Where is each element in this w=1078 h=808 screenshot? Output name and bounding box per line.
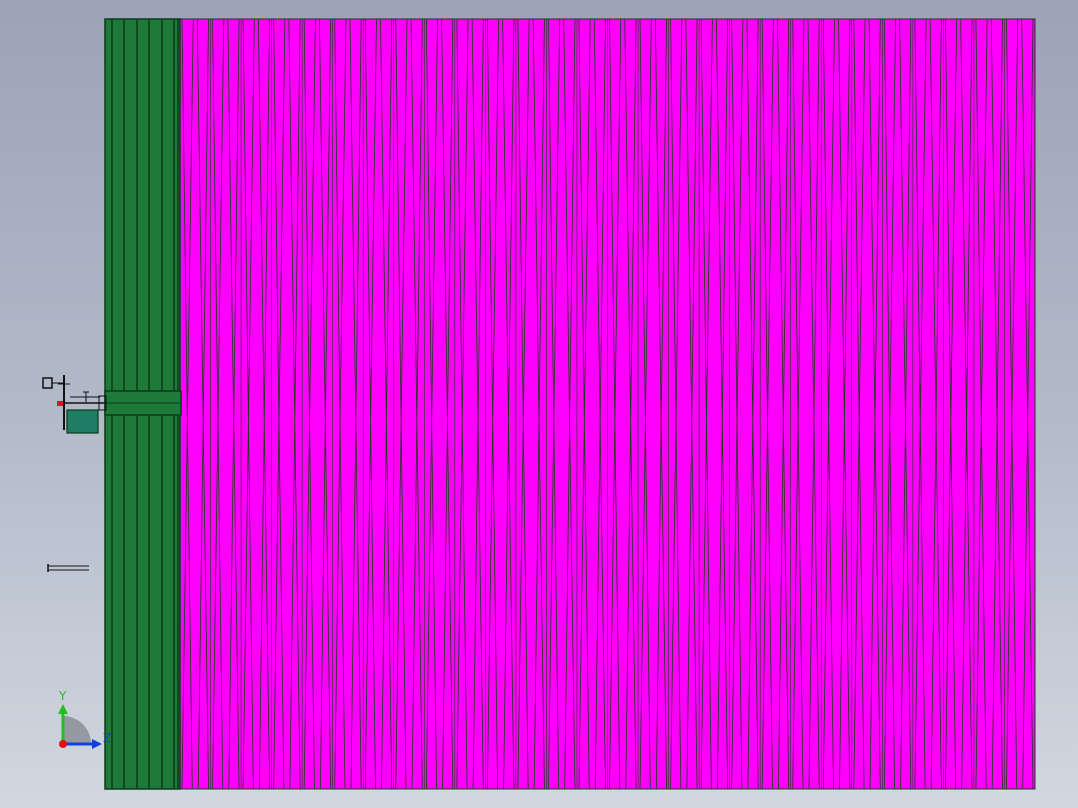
green-frame[interactable] xyxy=(104,18,182,790)
triad-quadrant xyxy=(63,716,91,744)
rod-part[interactable] xyxy=(47,564,89,572)
orientation-triad[interactable]: Y Z xyxy=(58,689,111,749)
motor-assembly[interactable] xyxy=(42,375,107,434)
pleated-panel[interactable] xyxy=(179,18,1036,790)
z-axis-label: Z xyxy=(103,731,111,745)
x-axis-dot xyxy=(59,740,67,748)
cad-viewport[interactable]: Y Z xyxy=(0,0,1078,808)
y-axis-label: Y xyxy=(58,689,67,703)
motor-body xyxy=(66,409,99,434)
red-marker xyxy=(57,401,63,406)
